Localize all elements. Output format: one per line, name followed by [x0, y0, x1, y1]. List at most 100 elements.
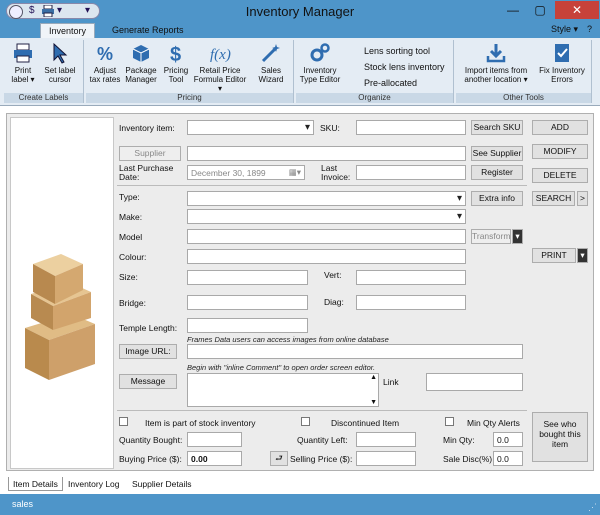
sales-wizard-text: Sales Wizard	[258, 66, 284, 84]
sale-disc-label: Sale Disc(%)	[443, 454, 493, 464]
make-dropdown[interactable]	[187, 209, 466, 224]
link-label: Link	[383, 377, 399, 387]
scroll-up-icon[interactable]: ▲	[370, 374, 377, 381]
image-url-input[interactable]	[187, 344, 523, 359]
min-qty-input[interactable]: 0.0	[493, 432, 523, 447]
group-pricing: % Adjust tax rates Package Manager $ Pri…	[86, 40, 294, 103]
fix-inventory-errors-button[interactable]: Fix Inventory Errors	[536, 42, 588, 84]
qty-bought-label: Quantity Bought:	[119, 435, 183, 445]
help-icon[interactable]: ?	[587, 24, 592, 34]
group-other-tools: Import items from another location ▾ Fix…	[456, 40, 592, 103]
sku-label: SKU:	[320, 123, 340, 133]
import-items-button[interactable]: Import items from another location ▾	[458, 42, 534, 84]
gears-icon	[310, 43, 330, 62]
extra-info-button[interactable]: Extra info	[471, 191, 523, 206]
image-url-button[interactable]: Image URL:	[119, 344, 177, 359]
printer-icon	[14, 43, 32, 63]
tab-item-details[interactable]: Item Details	[8, 477, 63, 491]
last-purchase-label: Last Purchase Date:	[119, 163, 174, 182]
message-button[interactable]: Message	[119, 374, 177, 389]
supplier-button[interactable]: Supplier	[119, 146, 181, 161]
stock-inventory-checkbox[interactable]	[119, 417, 128, 426]
last-invoice-input[interactable]	[356, 165, 466, 180]
colour-input[interactable]	[187, 249, 466, 264]
inventory-item-dropdown[interactable]	[187, 120, 314, 135]
tab-inventory[interactable]: Inventory	[40, 23, 96, 38]
buying-price-input[interactable]: 0.00	[187, 451, 242, 466]
search-sku-button[interactable]: Search SKU	[471, 120, 523, 135]
detail-tabs: Item Details Inventory Log Supplier Deta…	[6, 477, 594, 492]
retail-price-formula-button[interactable]: f(x) Retail Price Formula Editor ▾	[192, 42, 248, 93]
tab-inventory-log[interactable]: Inventory Log	[64, 477, 124, 491]
calendar-icon[interactable]: ▦▾	[289, 167, 301, 178]
min-qty-label: Min Qty:	[443, 435, 475, 445]
print-button[interactable]: PRINT	[532, 248, 576, 263]
title-bar: $ ▾ ▾ Inventory Manager — ▢ ✕	[0, 0, 600, 22]
diag-input[interactable]	[356, 295, 466, 310]
transform-button[interactable]: Transform	[471, 229, 511, 244]
close-button[interactable]: ✕	[555, 1, 599, 19]
status-bar: sales ⋰	[0, 494, 600, 515]
model-input[interactable]	[187, 229, 466, 244]
stock-lens-text: Stock lens inventory	[364, 62, 445, 72]
set-label-cursor-button[interactable]: Set label cursor	[40, 42, 80, 84]
qty-left-input[interactable]	[356, 432, 416, 447]
search-expand-button[interactable]: >	[577, 191, 588, 206]
qty-bought-input[interactable]	[187, 432, 242, 447]
tab-generate-reports[interactable]: Generate Reports	[104, 23, 192, 38]
scroll-down-icon[interactable]: ▼	[370, 399, 377, 406]
discontinued-label: Discontinued Item	[331, 418, 400, 428]
dollar-sign-icon: $	[170, 44, 181, 64]
last-invoice-label: Last Invoice:	[321, 163, 351, 182]
stock-lens-inventory-button[interactable]: Stock lens inventory	[344, 60, 445, 74]
pricing-tool-text: Pricing Tool	[163, 66, 189, 84]
add-button[interactable]: ADD	[532, 120, 588, 135]
make-label: Make:	[119, 212, 143, 222]
print-label-button[interactable]: Print label ▾	[8, 42, 38, 84]
package-manager-button[interactable]: Package Manager	[124, 42, 158, 84]
discontinued-checkbox[interactable]	[301, 417, 310, 426]
inventory-type-editor-button[interactable]: Inventory Type Editor	[298, 42, 342, 84]
size-label: Size:	[119, 272, 138, 282]
temple-length-label: Temple Length:	[119, 323, 178, 333]
maximize-button[interactable]: ▢	[527, 1, 553, 19]
min-qty-alerts-checkbox[interactable]	[445, 417, 454, 426]
bridge-input[interactable]	[187, 295, 308, 310]
ribbon: Print label ▾ Set label cursor Create La…	[0, 38, 600, 106]
sales-wizard-button[interactable]: Sales Wizard	[252, 42, 290, 84]
see-supplier-button[interactable]: See Supplier	[471, 146, 523, 161]
sku-input[interactable]	[356, 120, 466, 135]
adjust-tax-rates-text: Adjust tax rates	[89, 66, 121, 84]
supplier-input[interactable]	[187, 146, 466, 161]
size-input[interactable]	[187, 270, 308, 285]
modify-button[interactable]: MODIFY	[532, 144, 588, 159]
search-button[interactable]: SEARCH	[532, 191, 575, 206]
print-dropdown-icon[interactable]: ▾	[577, 248, 588, 263]
function-icon: f(x)	[210, 47, 231, 63]
type-dropdown[interactable]	[187, 191, 466, 206]
selling-price-input[interactable]	[356, 451, 416, 466]
adjust-tax-rates-button[interactable]: % Adjust tax rates	[88, 42, 122, 84]
status-user: sales	[12, 499, 34, 509]
style-menu[interactable]: Style ▾	[551, 24, 578, 35]
temple-length-input[interactable]	[187, 318, 308, 333]
last-purchase-date[interactable]: December 30, 1899 ▦▾	[187, 165, 305, 180]
message-textarea[interactable]: ▲ ▼	[187, 373, 379, 407]
tab-supplier-details[interactable]: Supplier Details	[128, 477, 196, 491]
copy-price-button[interactable]: ⮐	[270, 451, 288, 466]
vert-input[interactable]	[356, 270, 466, 285]
retail-price-formula-text: Retail Price Formula Editor	[193, 66, 247, 84]
minimize-button[interactable]: —	[500, 1, 526, 19]
lens-sorting-tool-button[interactable]: Lens sorting tool	[344, 44, 430, 58]
resize-grip-icon[interactable]: ⋰	[588, 502, 597, 513]
group-label-create-labels: Create Labels	[4, 93, 83, 103]
pre-allocated-inventory-button[interactable]: Pre-allocated inventory ▾	[344, 76, 453, 102]
sale-disc-input[interactable]: 0.0	[493, 451, 523, 466]
link-input[interactable]	[426, 373, 523, 391]
see-who-bought-button[interactable]: See who bought this item	[532, 412, 588, 462]
package-manager-text: Package Manager	[125, 66, 157, 84]
pricing-tool-button[interactable]: $ Pricing Tool	[160, 42, 192, 84]
register-button[interactable]: Register	[471, 165, 523, 180]
transform-dropdown-icon[interactable]: ▾	[512, 229, 523, 244]
delete-button[interactable]: DELETE	[532, 168, 588, 183]
